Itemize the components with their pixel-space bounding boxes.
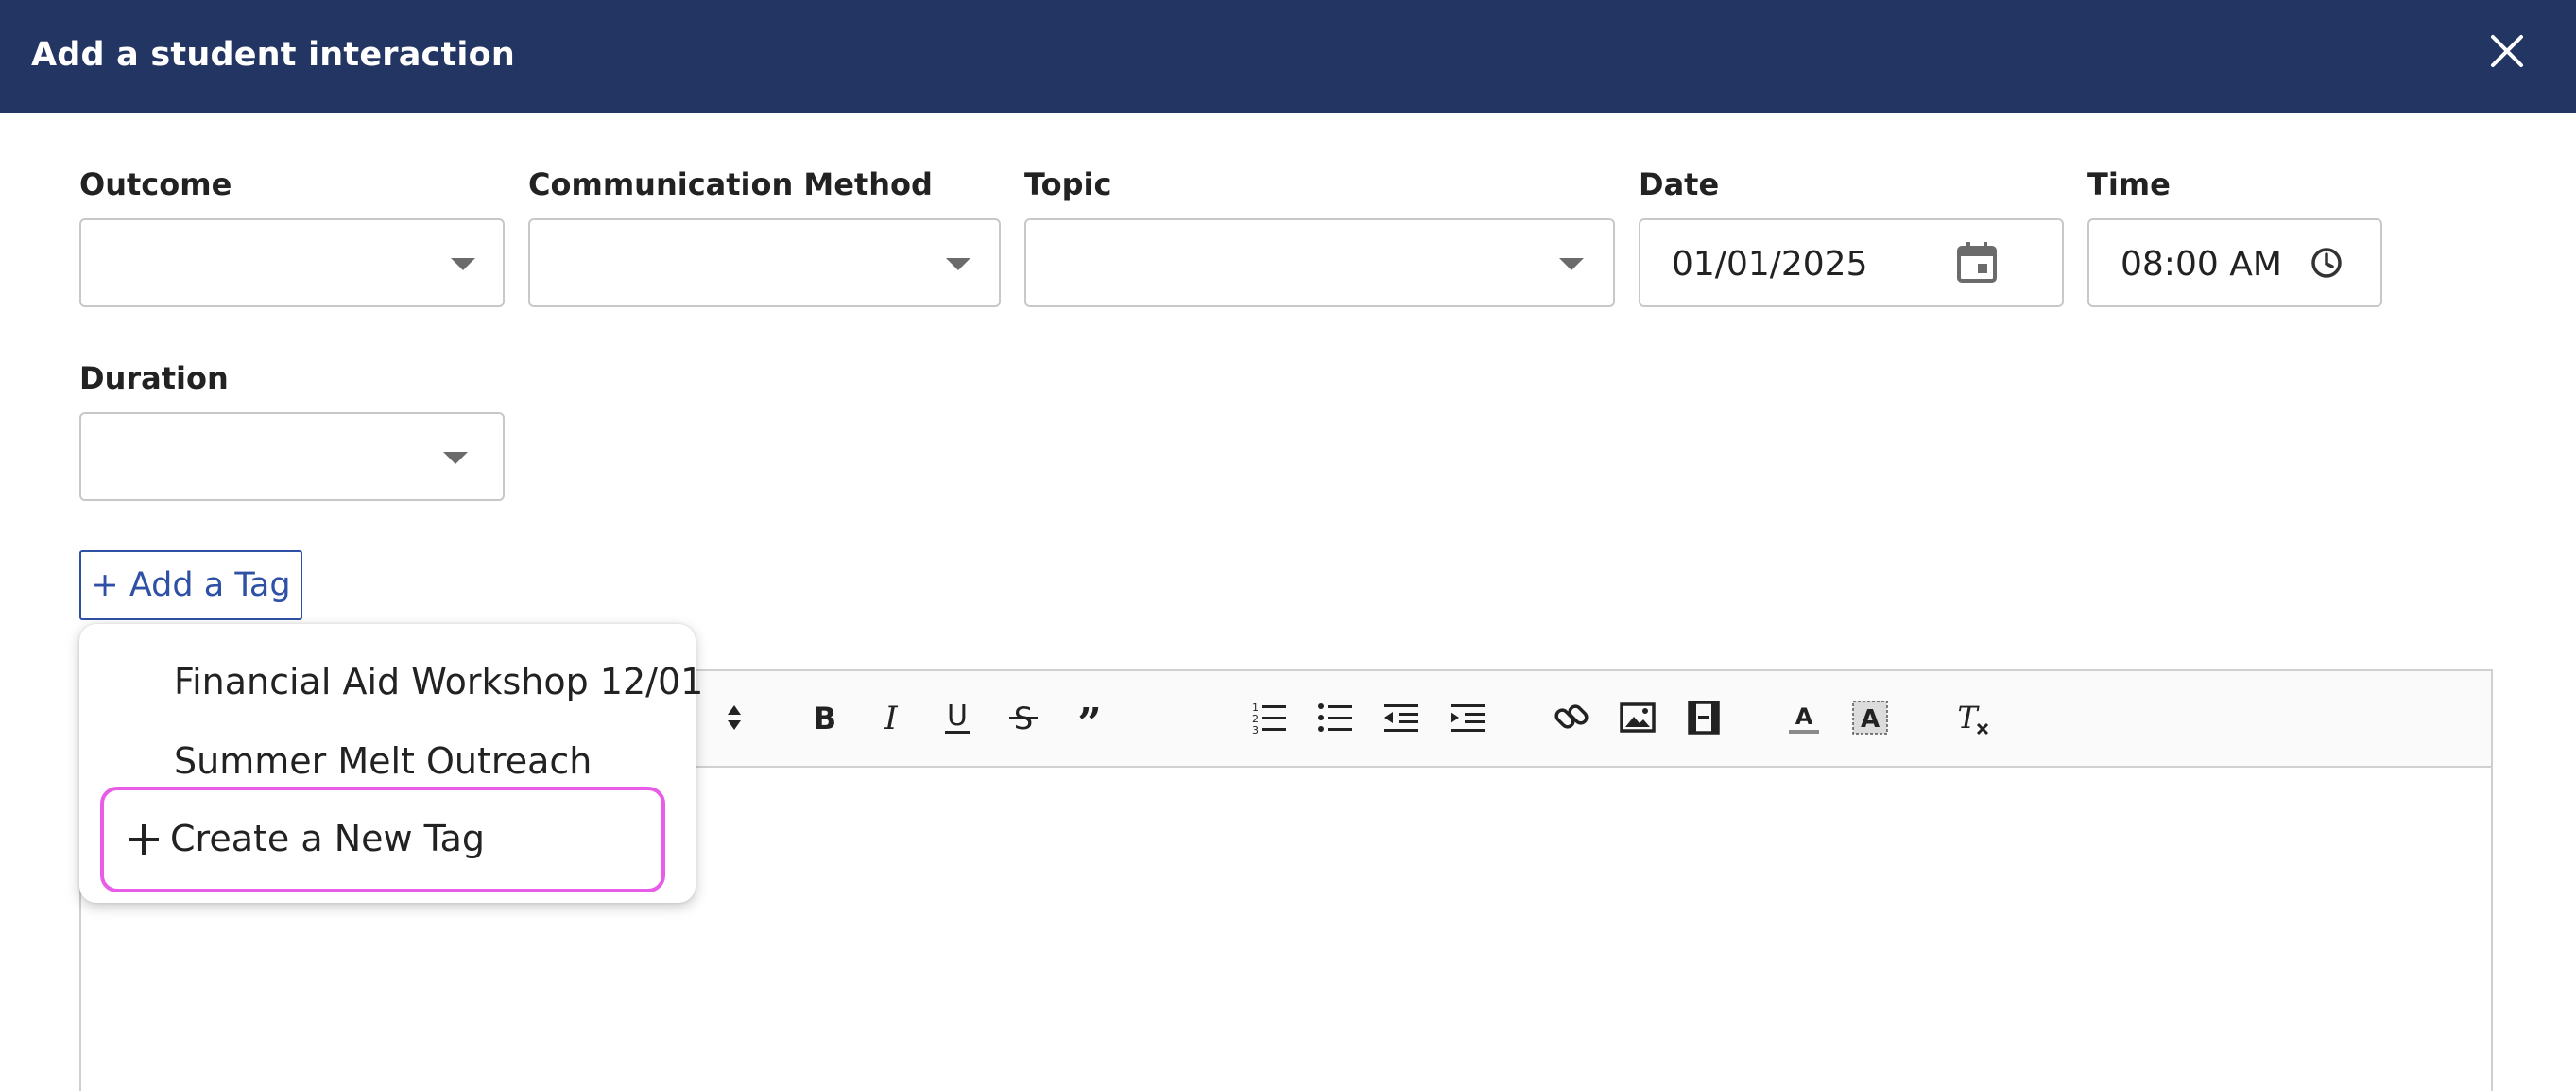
date-value: 01/01/2025 [1672, 245, 1868, 284]
tag-dropdown: Financial Aid Workshop 12/01 Summer Melt… [79, 624, 703, 903]
close-button[interactable] [2485, 29, 2529, 73]
time-input[interactable]: 08:00 AM [2087, 218, 2382, 307]
chevron-down-icon [1559, 258, 1584, 270]
dialog-title: Add a student interaction [31, 36, 515, 74]
svg-text:U: U [947, 700, 968, 733]
plus-icon [129, 824, 159, 855]
quote-icon[interactable]: ” [1068, 696, 1111, 748]
communication-method-select[interactable] [528, 218, 1001, 307]
svg-text:T: T [1957, 700, 1980, 736]
communication-method-label: Communication Method [528, 166, 933, 202]
chevron-down-icon [443, 452, 468, 464]
duration-select[interactable] [79, 412, 505, 501]
close-icon [2491, 35, 2523, 67]
chevron-down-icon [451, 258, 475, 270]
svg-text:I: I [884, 700, 898, 737]
time-label: Time [2087, 166, 2171, 202]
bold-icon[interactable]: B [803, 696, 847, 739]
create-new-tag-label: Create a New Tag [170, 818, 486, 859]
topic-label: Topic [1024, 166, 1112, 202]
svg-text:B: B [814, 701, 836, 736]
svg-text:”: ” [1077, 700, 1101, 739]
svg-text:A: A [1795, 703, 1813, 730]
video-icon[interactable] [1682, 696, 1726, 739]
background-color-icon[interactable]: A [1848, 696, 1892, 739]
tag-option[interactable]: Summer Melt Outreach [174, 737, 592, 785]
create-new-tag-option[interactable]: Create a New Tag [100, 787, 665, 892]
outcome-select[interactable] [79, 218, 505, 307]
date-label: Date [1639, 166, 1720, 202]
strikethrough-icon[interactable]: S [1002, 696, 1045, 739]
bullet-list-icon[interactable] [1314, 696, 1357, 739]
add-tag-button[interactable]: + Add a Tag [79, 550, 302, 620]
tag-option[interactable]: Financial Aid Workshop 12/01 [174, 658, 703, 705]
dialog-header: Add a student interaction [0, 0, 2576, 113]
duration-label: Duration [79, 360, 229, 396]
date-input[interactable]: 01/01/2025 [1639, 218, 2064, 307]
chevron-down-icon [946, 258, 970, 270]
image-icon[interactable] [1616, 696, 1659, 739]
outdent-icon[interactable] [1380, 696, 1423, 739]
svg-text:3: 3 [1252, 724, 1259, 736]
topic-select[interactable] [1024, 218, 1615, 307]
outcome-label: Outcome [79, 166, 232, 202]
font-color-icon[interactable]: A [1782, 696, 1826, 739]
italic-icon[interactable]: I [869, 696, 913, 739]
ordered-list-icon[interactable]: 123 [1247, 696, 1291, 739]
svg-text:A: A [1861, 705, 1880, 734]
link-icon[interactable] [1550, 696, 1593, 739]
calendar-icon[interactable] [1954, 239, 2000, 285]
time-value: 08:00 AM [2121, 245, 2282, 284]
underline-icon[interactable]: U [936, 696, 979, 739]
indent-icon[interactable] [1446, 696, 1489, 739]
size-stepper-icon[interactable] [713, 696, 756, 739]
clear-formatting-icon[interactable]: T [1952, 696, 1996, 739]
clock-icon[interactable] [2310, 246, 2344, 280]
